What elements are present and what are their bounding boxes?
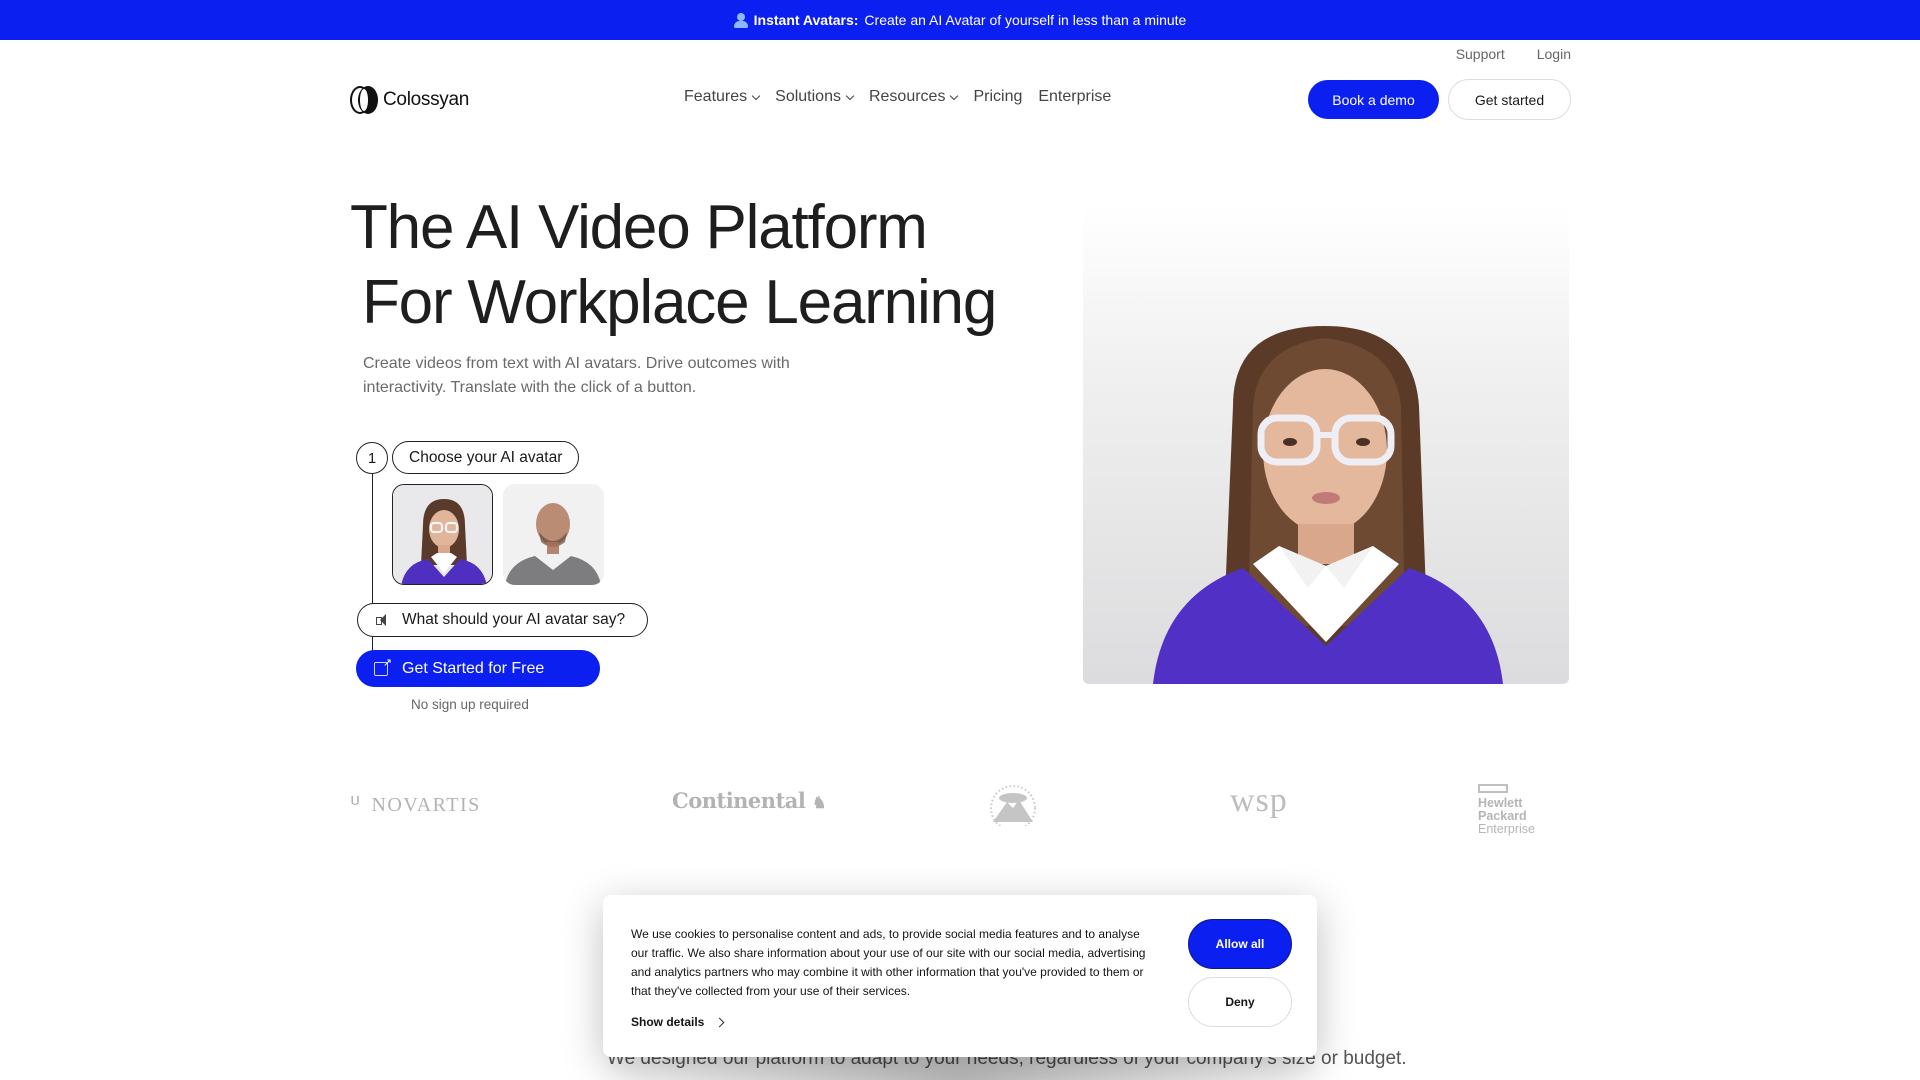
chevron-down-icon [950, 91, 959, 100]
nav-solutions[interactable]: Solutions [775, 88, 855, 106]
announcement-bar[interactable]: Instant Avatars: Create an AI Avatar of … [0, 0, 1920, 40]
nav-enterprise[interactable]: Enterprise [1038, 88, 1111, 106]
cookie-text: We use cookies to personalise content an… [631, 927, 1146, 998]
cookie-banner: We use cookies to personalise content an… [603, 895, 1317, 1057]
hero-title: The AI Video Platform For Workplace Lear… [350, 190, 997, 340]
logo-wsp: wsp [1230, 782, 1288, 819]
allow-all-button[interactable]: Allow all [1188, 919, 1292, 969]
novartis-wordmark: NOVARTIS [371, 793, 481, 816]
logo-novartis: ᓑ NOVARTIS [350, 792, 481, 818]
show-details-label: Show details [631, 1015, 705, 1029]
avatar-script-placeholder: What should your AI avatar say? [402, 611, 626, 628]
get-started-button[interactable]: Get started [1448, 79, 1571, 120]
avatar-script-input[interactable]: What should your AI avatar say? [357, 603, 648, 637]
hero-avatar-video[interactable] [1083, 206, 1569, 684]
nav-solutions-label: Solutions [775, 88, 841, 105]
announcement-bold: Instant Avatars: [753, 12, 859, 28]
announcement-text: Create an AI Avatar of yourself in less … [864, 12, 1187, 28]
logo-paramount [987, 782, 1039, 831]
utility-links: Support Login [1456, 46, 1571, 62]
continental-wordmark: Continental [672, 788, 806, 813]
deny-button[interactable]: Deny [1188, 977, 1292, 1027]
login-link[interactable]: Login [1537, 46, 1571, 62]
nav-features-label: Features [684, 88, 748, 105]
paramount-mountain-icon [990, 785, 1036, 831]
hero-avatar-image [1153, 326, 1503, 684]
hero-title-line1: The AI Video Platform [350, 193, 928, 262]
nav-enterprise-label: Enterprise [1038, 88, 1112, 105]
hpe-line2: Enterprise [1478, 822, 1535, 836]
hpe-rectangle-icon [1478, 784, 1508, 793]
hpe-line1: Hewlett Packard [1478, 796, 1527, 823]
chevron-right-icon [714, 1017, 725, 1027]
horse-icon: ♞ [812, 793, 827, 812]
hero-title-line2: For Workplace Learning [362, 268, 997, 337]
brand-name: Colossyan [383, 89, 470, 110]
female-avatar-image [393, 485, 492, 584]
colossyan-logo-icon [350, 86, 378, 114]
no-signup-note: No sign up required [411, 697, 529, 712]
male-avatar-image [503, 484, 604, 585]
show-details-link[interactable]: Show details [631, 1015, 725, 1029]
novartis-flame-icon: ᓑ [350, 792, 362, 817]
hero-subtitle: Create videos from text with AI avatars.… [363, 355, 790, 396]
person-icon [733, 12, 748, 28]
speaker-icon [376, 614, 388, 626]
nav-pricing-label: Pricing [973, 88, 1023, 105]
chevron-down-icon [845, 91, 855, 100]
customer-logos: ᓑ NOVARTIS Continental ♞ wsp Hewlett Pac… [350, 780, 1571, 836]
logo-hpe: Hewlett Packard Enterprise [1478, 784, 1571, 836]
chevron-down-icon [751, 91, 761, 100]
nav-features[interactable]: Features [684, 88, 761, 106]
book-demo-button[interactable]: Book a demo [1308, 80, 1439, 119]
nav-resources[interactable]: Resources [868, 88, 959, 106]
logo-continental: Continental ♞ [672, 788, 827, 813]
brand-logo[interactable]: Colossyan [350, 86, 469, 114]
external-link-icon [374, 656, 392, 676]
choose-avatar-label: Choose your AI avatar [392, 441, 580, 474]
main-nav: Features Solutions Resources Pricing Ent… [684, 88, 1111, 106]
avatar-option-male[interactable] [503, 484, 604, 585]
get-started-free-button[interactable]: Get Started for Free [356, 650, 600, 687]
avatar-option-female[interactable] [392, 484, 493, 585]
cta-label: Get Started for Free [402, 659, 545, 677]
nav-pricing[interactable]: Pricing [973, 88, 1022, 106]
support-link[interactable]: Support [1456, 46, 1505, 62]
step-number: 1 [356, 442, 388, 474]
nav-resources-label: Resources [868, 88, 946, 105]
